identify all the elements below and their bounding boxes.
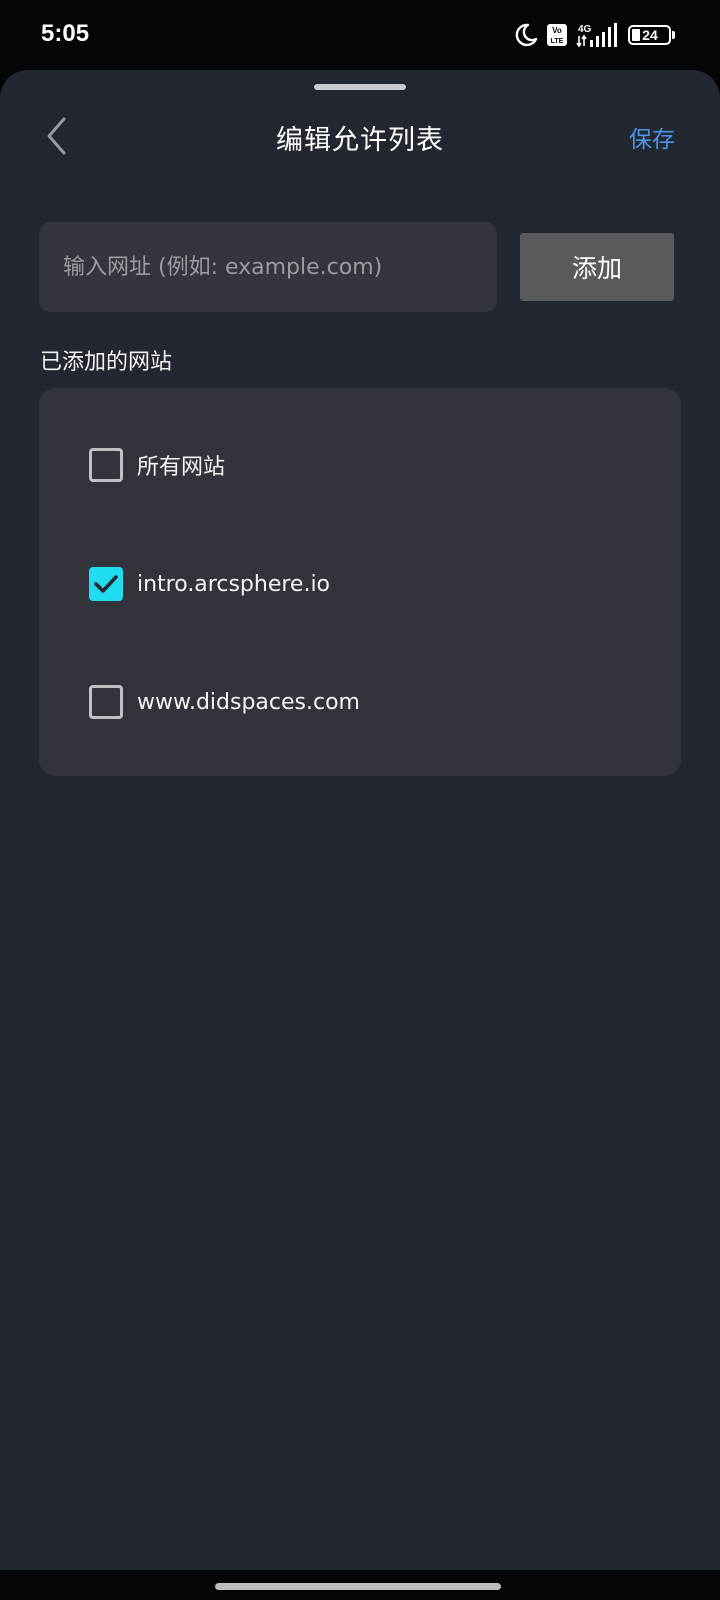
site-label: 所有网站 (137, 455, 226, 480)
site-item-intro-arcsphere[interactable]: intro.arcsphere.io (89, 559, 330, 609)
checkbox-checked[interactable] (89, 567, 123, 601)
volte-text-top: Vo (552, 26, 562, 35)
page-title: 编辑允许列表 (276, 125, 444, 156)
site-list-card: 所有网站 intro.arcsphere.io www.didspaces.co… (39, 388, 681, 776)
checkbox-unchecked[interactable] (89, 448, 123, 482)
site-item-didspaces[interactable]: www.didspaces.com (89, 677, 360, 727)
url-input[interactable] (39, 222, 497, 312)
network-type-text: 4G (578, 24, 592, 35)
edit-allowlist-sheet: 编辑允许列表 保存 添加 已添加的网站 所有网站 intro.arcsphere… (0, 70, 720, 1570)
sheet-grab-handle[interactable] (314, 84, 406, 90)
volte-text-bottom: LTE (551, 38, 564, 45)
add-button[interactable]: 添加 (520, 233, 674, 301)
status-icons: Vo LTE 4G 24 (514, 20, 676, 50)
save-button[interactable]: 保存 (629, 120, 675, 154)
home-indicator[interactable] (215, 1583, 501, 1590)
signal-4g-icon: 4G (576, 23, 617, 48)
site-item-all-sites[interactable]: 所有网站 (89, 440, 225, 490)
navigation-bar (0, 1570, 720, 1600)
status-time: 5:05 (41, 20, 90, 47)
volte-icon: Vo LTE (547, 24, 567, 46)
added-sites-heading: 已添加的网站 (40, 350, 173, 375)
battery-level: 24 (642, 27, 658, 43)
checkbox-unchecked[interactable] (89, 685, 123, 719)
checkmark-icon (94, 575, 118, 593)
battery-icon: 24 (628, 23, 676, 47)
do-not-disturb-moon-icon (515, 23, 538, 47)
status-bar: 5:05 Vo LTE 4G 24 (0, 0, 720, 70)
site-label: intro.arcsphere.io (137, 571, 331, 597)
site-label: www.didspaces.com (137, 689, 360, 715)
